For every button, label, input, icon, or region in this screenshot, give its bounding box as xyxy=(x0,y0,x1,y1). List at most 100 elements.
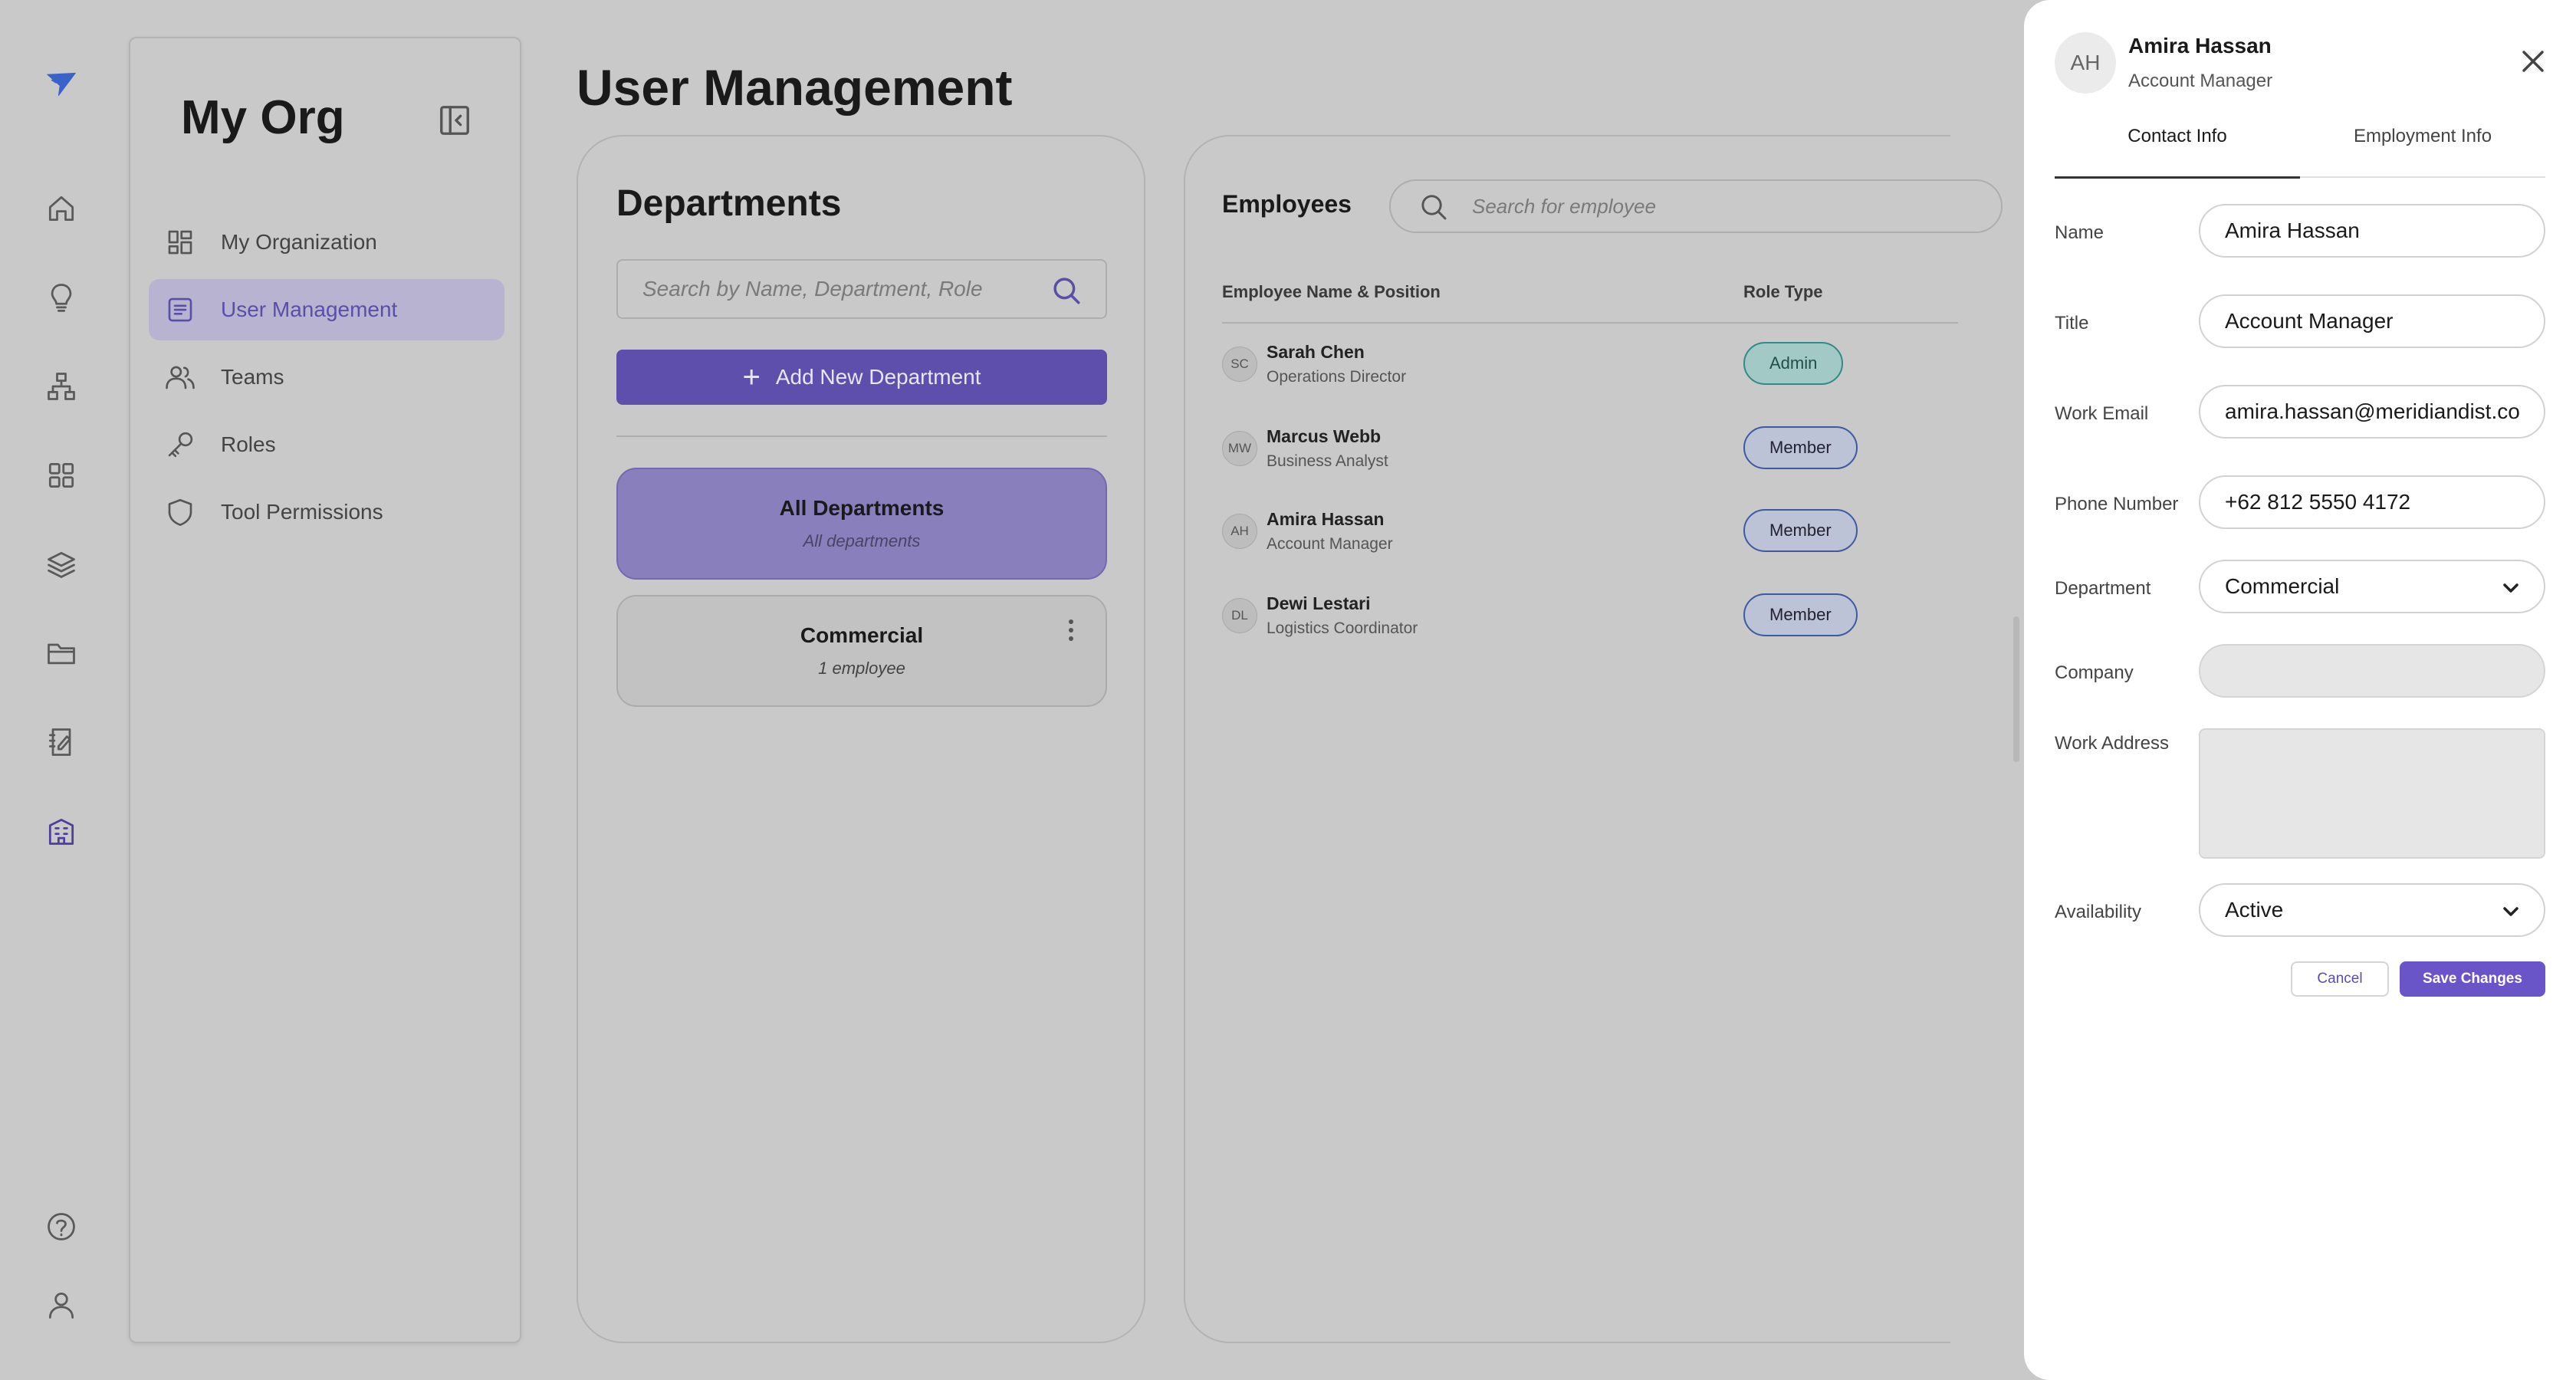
page-title: User Management xyxy=(577,59,1013,116)
role-badge: Member xyxy=(1743,426,1858,469)
department-selected-value: Commercial xyxy=(2225,574,2340,598)
dashboard-icon xyxy=(168,230,192,255)
home-icon[interactable] xyxy=(38,186,84,232)
nav-item-label: Teams xyxy=(221,365,284,389)
employee-name: Amira Hassan xyxy=(1267,509,1385,529)
avatar: DL xyxy=(1222,598,1257,633)
work-address-label: Work Address xyxy=(2055,733,2169,754)
phone-label: Phone Number xyxy=(2055,494,2179,514)
more-options-icon[interactable] xyxy=(1069,619,1076,645)
plus-icon: + xyxy=(742,360,761,394)
company-label: Company xyxy=(2055,662,2134,683)
table-row[interactable]: MW Marcus Webb Business Analyst Member xyxy=(1222,416,1958,485)
add-department-button[interactable]: + Add New Department xyxy=(616,350,1107,405)
nav-item-user-management[interactable]: User Management xyxy=(149,279,504,340)
table-row[interactable]: DL Dewi Lestari Logistics Coordinator Me… xyxy=(1222,583,1958,652)
nav-item-label: Tool Permissions xyxy=(221,500,383,524)
user-list-icon xyxy=(168,297,192,322)
org-sidebar: My Org My Organization User Management T… xyxy=(129,37,521,1343)
company-field xyxy=(2199,644,2545,698)
employee-position: Account Manager xyxy=(1267,535,1393,553)
employee-name: Dewi Lestari xyxy=(1267,593,1371,613)
tab-contact-info[interactable]: Contact Info xyxy=(2055,126,2300,147)
chevron-down-icon xyxy=(2501,578,2521,598)
nav-item-tool-permissions[interactable]: Tool Permissions xyxy=(149,481,504,543)
nav-item-label: My Organization xyxy=(221,230,377,254)
grid-icon[interactable] xyxy=(38,452,84,498)
layers-icon[interactable] xyxy=(38,541,84,587)
column-header-name[interactable]: Employee Name & Position xyxy=(1222,282,1441,302)
drawer-employee-name: Amira Hassan xyxy=(2128,34,2272,58)
nav-item-teams[interactable]: Teams xyxy=(149,347,504,408)
search-icon[interactable] xyxy=(1050,274,1083,307)
teams-icon xyxy=(166,366,195,389)
name-label: Name xyxy=(2055,222,2104,243)
departments-heading: Departments xyxy=(616,183,842,224)
tab-employment-info[interactable]: Employment Info xyxy=(2300,126,2545,147)
department-name: All Departments xyxy=(779,496,945,520)
role-badge: Member xyxy=(1743,509,1858,552)
user-icon[interactable] xyxy=(38,1282,84,1328)
employee-name: Sarah Chen xyxy=(1267,342,1365,362)
employee-position: Logistics Coordinator xyxy=(1267,619,1418,637)
cancel-button[interactable]: Cancel xyxy=(2291,961,2389,997)
availability-select[interactable]: Active xyxy=(2199,883,2545,937)
nav-item-roles[interactable]: Roles xyxy=(149,414,504,475)
department-search-input[interactable]: Search by Name, Department, Role xyxy=(616,259,1107,319)
role-badge: Admin xyxy=(1743,342,1844,385)
key-icon xyxy=(168,432,193,458)
title-label: Title xyxy=(2055,313,2089,334)
scrollbar[interactable] xyxy=(2013,616,2019,762)
table-row[interactable]: AH Amira Hassan Account Manager Member xyxy=(1222,498,1958,567)
lightbulb-icon[interactable] xyxy=(38,274,84,320)
department-name: Commercial xyxy=(800,623,924,647)
paper-plane-logo[interactable] xyxy=(38,61,84,107)
department-tile-commercial[interactable]: Commercial 1 employee xyxy=(616,595,1107,707)
work-email-field[interactable]: amira.hassan@meridiandist.co xyxy=(2199,385,2545,439)
availability-label: Availability xyxy=(2055,902,2141,922)
employees-panel: Employees Search for employee Employee N… xyxy=(1184,135,2003,1343)
search-icon xyxy=(1421,195,1447,220)
employee-search-input[interactable]: Search for employee xyxy=(1389,179,2003,233)
divider xyxy=(616,435,1107,437)
department-tile-all[interactable]: All Departments All departments xyxy=(616,468,1107,580)
employee-detail-drawer: AH Amira Hassan Account Manager Contact … xyxy=(2013,0,2576,1380)
column-header-role[interactable]: Role Type xyxy=(1743,282,1823,302)
employee-position: Business Analyst xyxy=(1267,452,1388,470)
org-title: My Org xyxy=(181,91,345,144)
nav-item-label: Roles xyxy=(221,432,276,456)
department-select[interactable]: Commercial xyxy=(2199,560,2545,613)
availability-selected-value: Active xyxy=(2225,898,2284,922)
shield-icon xyxy=(168,498,192,526)
name-field[interactable]: Amira Hassan xyxy=(2199,204,2545,258)
active-tab-indicator xyxy=(2055,176,2300,179)
employee-name: Marcus Webb xyxy=(1267,426,1382,446)
employee-position: Operations Director xyxy=(1267,368,1407,386)
table-row[interactable]: SC Sarah Chen Operations Director Admin xyxy=(1222,331,1958,400)
avatar: AH xyxy=(2055,32,2116,94)
folder-icon[interactable] xyxy=(38,630,84,676)
collapse-sidebar-button[interactable] xyxy=(434,100,475,141)
avatar: SC xyxy=(1222,347,1257,382)
nav-item-label: User Management xyxy=(221,297,398,321)
title-field[interactable]: Account Manager xyxy=(2199,294,2545,348)
sidebar-collapse-icon xyxy=(440,106,469,135)
employee-search-placeholder: Search for employee xyxy=(1472,194,1656,218)
close-button[interactable] xyxy=(2515,43,2551,80)
employees-heading: Employees xyxy=(1222,190,1352,218)
help-icon[interactable] xyxy=(38,1204,84,1250)
icon-rail xyxy=(0,0,123,1380)
avatar: MW xyxy=(1222,431,1257,466)
notebook-icon[interactable] xyxy=(38,719,84,765)
work-email-label: Work Email xyxy=(2055,403,2149,424)
department-search-placeholder: Search by Name, Department, Role xyxy=(642,277,983,301)
org-chart-icon[interactable] xyxy=(38,363,84,409)
phone-field[interactable]: +62 812 5550 4172 xyxy=(2199,475,2545,529)
departments-panel: Departments Search by Name, Department, … xyxy=(577,135,1145,1343)
close-icon xyxy=(2522,51,2544,72)
save-changes-button[interactable]: Save Changes xyxy=(2400,961,2545,997)
department-count: 1 employee xyxy=(818,659,905,678)
building-icon[interactable] xyxy=(38,808,84,854)
add-department-label: Add New Department xyxy=(775,365,981,389)
nav-item-my-organization[interactable]: My Organization xyxy=(149,212,504,273)
